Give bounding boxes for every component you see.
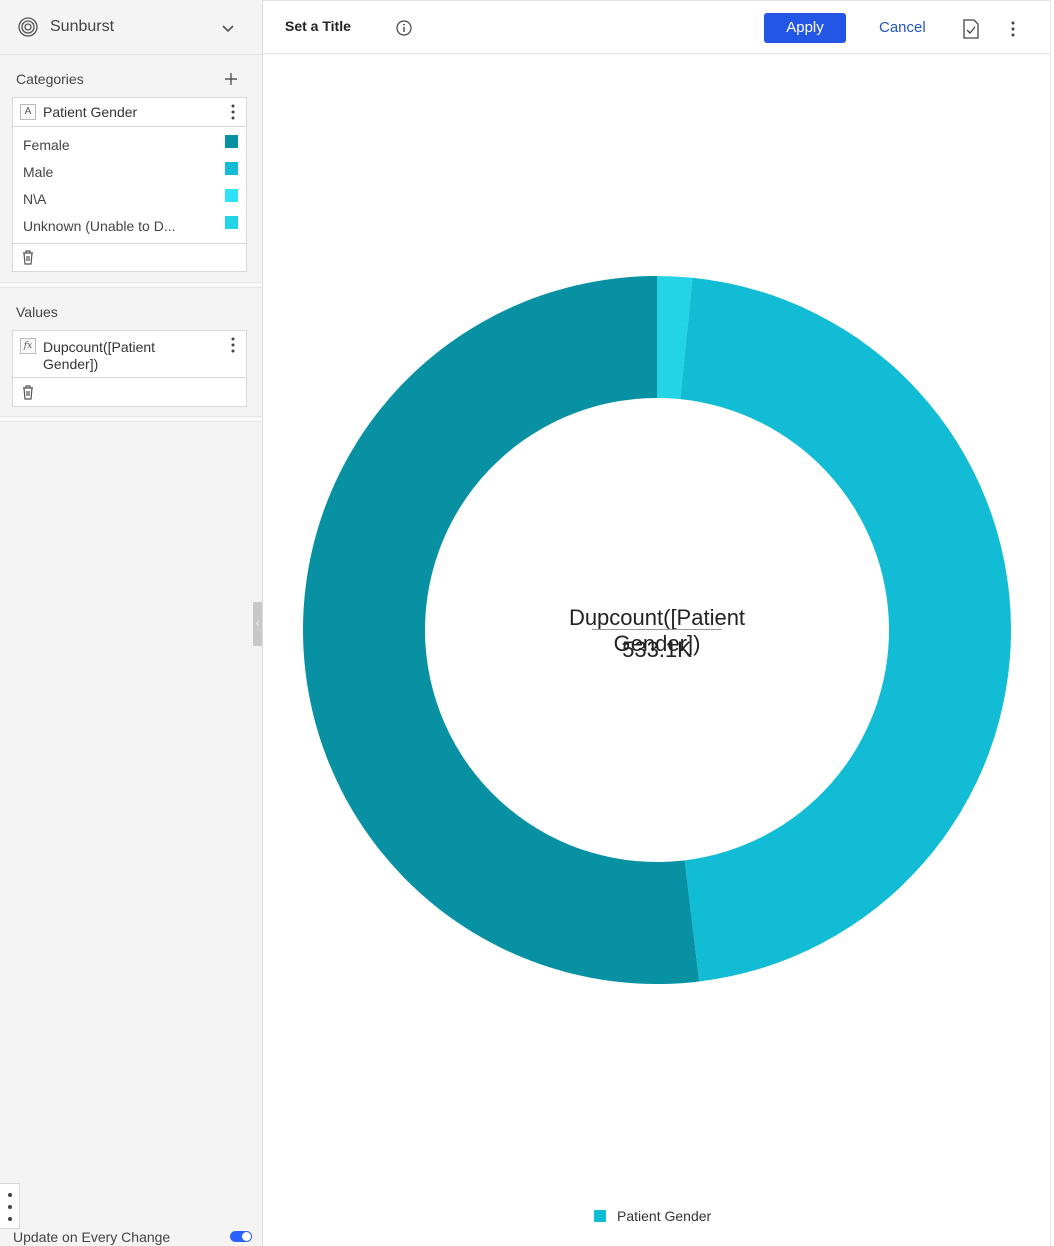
legend-label: Patient Gender: [617, 1208, 712, 1224]
update-on-change-label: Update on Every Change: [13, 1229, 171, 1245]
sunburst-icon: [18, 17, 38, 37]
values-panel: fx Dupcount([Patient Gender]): [12, 330, 247, 407]
category-item-label: Unknown (Unable to D...: [23, 218, 176, 234]
editor-toolbar: Set a Title Apply Cancel: [263, 0, 1054, 54]
category-item[interactable]: Male: [13, 158, 246, 185]
color-swatch[interactable]: [225, 216, 238, 229]
category-item[interactable]: N\A: [13, 185, 246, 212]
color-swatch[interactable]: [225, 135, 238, 148]
chevron-down-icon[interactable]: [220, 20, 236, 36]
fields-sidebar: Sunburst Categories A Patient Gender Fem…: [0, 0, 263, 1246]
category-legend-list: Female Male N\A Unknown (Unable to D...: [13, 131, 246, 239]
section-divider: [0, 416, 262, 422]
dot: [8, 1217, 12, 1221]
categories-panel: A Patient Gender Female Male N\A Unknown (U…: [12, 97, 247, 272]
visualization-label: Sunburst: [50, 18, 115, 35]
toggle-knob: [242, 1232, 251, 1241]
category-item-label: Female: [23, 137, 70, 153]
category-item-label: N\A: [23, 191, 47, 207]
categories-label: Categories: [16, 71, 84, 87]
values-label: Values: [16, 304, 58, 320]
more-options-handle[interactable]: [0, 1183, 20, 1229]
collapse-sidebar-handle[interactable]: ‹: [253, 602, 262, 646]
cancel-button[interactable]: Cancel: [879, 19, 926, 36]
apply-button[interactable]: Apply: [764, 13, 846, 43]
chart-area: Dupcount([Patient Gender]) 533.1K Patien…: [263, 55, 1050, 1246]
info-icon[interactable]: [396, 20, 412, 36]
value-options-icon[interactable]: [226, 336, 240, 354]
update-on-change-toggle[interactable]: [230, 1231, 252, 1242]
formula-icon: fx: [20, 338, 36, 354]
category-field-header[interactable]: A Patient Gender: [13, 98, 246, 127]
dot: [8, 1193, 12, 1197]
category-item-label: Male: [23, 164, 54, 180]
color-swatch[interactable]: [225, 162, 238, 175]
center-label-underline: [592, 629, 722, 630]
category-item[interactable]: Unknown (Unable to D...: [13, 212, 246, 239]
section-divider: [0, 282, 262, 288]
add-category-icon[interactable]: [222, 70, 240, 88]
visualization-selector[interactable]: Sunburst: [0, 0, 262, 55]
more-options-icon[interactable]: [1007, 20, 1019, 38]
trash-icon[interactable]: [21, 384, 35, 400]
color-swatch[interactable]: [225, 189, 238, 202]
dot: [8, 1205, 12, 1209]
center-metric-value: 533.1K: [622, 637, 692, 662]
category-options-icon[interactable]: [226, 103, 240, 121]
category-item[interactable]: Female: [13, 131, 246, 158]
category-field-name: Patient Gender: [43, 104, 138, 120]
value-field-name: Dupcount([Patient Gender]): [43, 339, 156, 372]
divider: [13, 243, 246, 244]
text-type-icon: A: [20, 104, 36, 120]
value-field-header[interactable]: fx Dupcount([Patient Gender]): [13, 331, 246, 378]
document-check-icon[interactable]: [962, 19, 980, 39]
legend-swatch: [594, 1210, 606, 1222]
chart-title[interactable]: Set a Title: [285, 18, 351, 34]
right-panel-edge: [1050, 0, 1054, 1246]
trash-icon[interactable]: [21, 249, 35, 265]
